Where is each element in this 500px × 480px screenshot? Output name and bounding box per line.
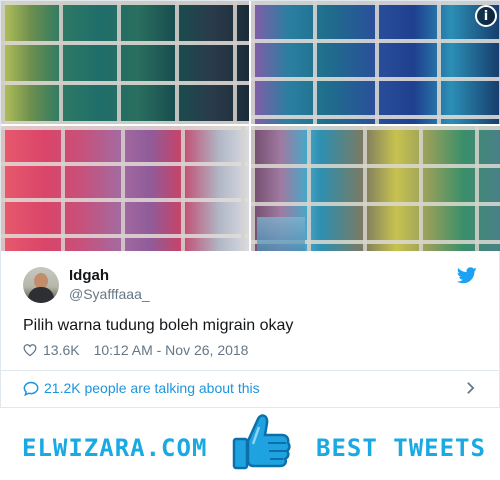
branding-footer: ELWIZARA.COM BEST TWEETS bbox=[0, 408, 500, 480]
conversation-link[interactable]: 21.2K people are talking about this bbox=[23, 380, 260, 396]
brand-name: ELWIZARA.COM bbox=[22, 434, 208, 462]
conversation-count[interactable]: 21.2K people are talking about this bbox=[44, 380, 260, 396]
author-handle[interactable]: @Syafffaaa_ bbox=[69, 285, 150, 303]
best-tweets-label: BEST TWEETS bbox=[316, 434, 486, 462]
avatar[interactable] bbox=[23, 267, 59, 303]
tweet-photo[interactable]: i bbox=[251, 1, 500, 124]
tweet-timestamp[interactable]: 10:12 AM - Nov 26, 2018 bbox=[94, 342, 249, 358]
embedded-tweet-card: i Idgah @Syafffaaa_ Pilih warna tudung b… bbox=[0, 0, 500, 408]
like-count[interactable]: 13.6K bbox=[43, 342, 80, 358]
thumbs-up-icon bbox=[232, 414, 291, 470]
divider bbox=[1, 370, 499, 371]
author-display-name[interactable]: Idgah bbox=[69, 267, 150, 285]
tweet-author[interactable]: Idgah @Syafffaaa_ bbox=[23, 267, 150, 303]
speech-bubble-icon bbox=[23, 381, 39, 396]
tweet-text: Pilih warna tudung boleh migrain okay bbox=[23, 317, 294, 334]
chevron-right-icon[interactable] bbox=[466, 381, 475, 395]
tweet-meta: 13.6K 10:12 AM - Nov 26, 2018 bbox=[23, 342, 248, 358]
photo-detail bbox=[257, 217, 305, 251]
tweet-photo-grid: i bbox=[1, 1, 500, 251]
heart-icon[interactable] bbox=[23, 343, 37, 357]
twitter-bird-icon[interactable] bbox=[457, 267, 477, 284]
tweet-photo[interactable] bbox=[1, 126, 249, 251]
info-icon[interactable]: i bbox=[475, 5, 497, 27]
tweet-photo[interactable] bbox=[251, 126, 500, 251]
tweet-photo[interactable] bbox=[1, 1, 249, 124]
